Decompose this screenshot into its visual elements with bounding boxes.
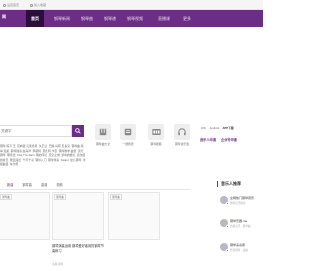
hot-link[interactable]: 千与千寻 <box>23 158 34 162</box>
avatar <box>220 219 229 228</box>
hot-link[interactable]: 钢琴独奏 赵海洋 <box>11 149 31 153</box>
hot-link[interactable]: 理查德 <box>7 153 15 157</box>
musician-desc: 钢琴音乐推荐 <box>230 202 246 205</box>
hot-link[interactable]: 钢琴伴奏 <box>48 158 59 162</box>
hot-link[interactable]: 梦中的婚礼 <box>61 153 75 157</box>
set-homepage-label: 设置首页 <box>7 3 20 7</box>
nav-item-live[interactable]: 直播课 <box>153 10 175 27</box>
verified-icon <box>226 249 229 252</box>
tab-scores[interactable]: 曲谱 <box>41 182 47 187</box>
hot-link[interactable]: Faded <box>61 158 69 162</box>
quick-link-video[interactable]: 钢琴视频 <box>145 124 167 152</box>
avatar <box>220 196 229 205</box>
hot-link[interactable]: 雨的印记 <box>36 153 47 157</box>
search-score-icon <box>120 124 136 140</box>
musician-name: 全网热门钢琴音乐 <box>230 196 255 200</box>
hot-link[interactable]: 致爱丽丝 <box>10 158 21 162</box>
app-download-panel: iOS Android APP下载 音乐人申请 企业号申请 <box>200 124 263 142</box>
search-button[interactable] <box>72 125 84 137</box>
aside-title: 音乐人推荐 <box>217 181 241 187</box>
set-homepage-link[interactable]: 设置首页 <box>3 3 19 7</box>
musician-name: 钢琴乐器.ma <box>230 219 248 223</box>
site-logo[interactable]: 网 <box>0 14 20 23</box>
hot-link[interactable]: 钢琴入门 <box>35 158 46 162</box>
nav-item-videos[interactable]: 钢琴视频 <box>121 10 149 27</box>
tab-songs[interactable]: 钢琴曲 <box>22 182 32 187</box>
nav-item-scores[interactable]: 钢琴谱 <box>99 10 121 27</box>
card-tag: 钢琴曲 <box>110 194 122 200</box>
nav-item-home[interactable]: 首页 <box>26 10 44 27</box>
nav-item-songs[interactable]: 钢琴曲 <box>76 10 98 27</box>
card-meta: 古典·钢琴 <box>52 263 64 266</box>
hot-link[interactable]: 宫崎骏 克莱德曼 <box>17 144 37 148</box>
quick-link-label: 一键找谱 <box>122 142 134 146</box>
musician-item[interactable]: 全网热门钢琴音乐 钢琴音乐推荐 <box>220 196 263 205</box>
search-box <box>0 125 72 137</box>
hot-link[interactable]: 莫扎特 卡农 <box>42 149 57 153</box>
bookmark-label: 加入收藏 <box>34 3 47 7</box>
quick-link-find-score[interactable]: 一键找谱 <box>117 124 139 152</box>
search-icon <box>75 128 81 134</box>
hot-link[interactable]: 李斯特 <box>33 149 41 153</box>
search-input[interactable] <box>0 126 71 136</box>
hot-link[interactable]: 天空之城 <box>49 153 60 157</box>
piano-score-icon <box>95 124 111 140</box>
musician-desc: 原创钢琴 · 改编 <box>230 249 248 252</box>
star-icon <box>30 3 33 7</box>
nav-item-more[interactable]: 更多 <box>178 10 196 27</box>
enterprise-apply-link[interactable]: 企业号申请 <box>221 137 237 142</box>
bookmark-link[interactable]: 加入收藏 <box>30 3 46 7</box>
ios-label: iOS <box>201 126 206 130</box>
android-badge[interactable]: Android <box>209 126 220 130</box>
card-tag: 钢琴曲 <box>54 194 66 200</box>
musician-item[interactable]: 钢琴乐器.ma 古典音乐 · 钢琴曲 <box>220 219 263 228</box>
quick-link-label: 钢琴曲大全 <box>96 142 110 146</box>
hot-link[interactable]: 久石让 <box>39 144 47 148</box>
musician-item[interactable]: 钢琴演奏者 原创钢琴 · 改编 <box>220 243 263 252</box>
main-nav: 网 首页 钢琴新闻 钢琴曲 钢琴谱 钢琴视频 直播课 更多 <box>0 10 263 27</box>
content-tabs: 新曲 钢琴曲 曲谱 视频 <box>0 180 190 190</box>
musician-name: 钢琴演奏者 <box>230 243 246 247</box>
hot-link[interactable]: 巴赫 肖邦 贝多芬 <box>49 144 70 148</box>
hot-link[interactable]: 钢琴 练习 王 <box>0 144 16 148</box>
hot-link[interactable]: Kiss The Rain <box>17 153 34 157</box>
app-download-link[interactable]: APP下载 <box>222 126 233 130</box>
nav-item-news[interactable]: 钢琴新闻 <box>49 10 75 27</box>
tab-videos[interactable]: 视频 <box>56 182 62 187</box>
avatar <box>220 243 229 252</box>
quick-link-concert[interactable]: 钢琴音乐会 <box>171 124 193 152</box>
verified-icon <box>226 202 229 205</box>
content-card[interactable]: 钢琴曲 <box>0 192 50 240</box>
ios-badge[interactable]: iOS <box>200 126 206 130</box>
video-icon <box>148 124 164 140</box>
hot-link[interactable]: 幼儿钢琴 <box>70 158 81 162</box>
android-label: Android <box>209 126 220 130</box>
home-icon <box>3 3 6 7</box>
quick-link-songs[interactable]: 钢琴曲大全 <box>92 124 114 152</box>
search-section: 钢琴 练习 王宫崎骏 克莱德曼久石让巴赫 肖邦 贝多芬钢琴曲 简单 温柔钢琴独奏… <box>0 118 263 170</box>
content-card[interactable]: 钢琴曲 <box>108 192 160 240</box>
top-utility-bar: 设置首页 加入收藏 <box>0 0 263 10</box>
content-card[interactable]: 钢琴曲 <box>52 192 104 240</box>
content-cards: 钢琴曲 钢琴曲 钢琴演奏运用 钢琴爱好者用的钢琴节奏练习 古典·钢琴 钢琴曲 <box>0 192 200 271</box>
card-tag: 钢琴曲 <box>0 194 12 200</box>
tab-new[interactable]: 新曲 <box>7 182 13 187</box>
musician-desc: 古典音乐 · 钢琴曲 <box>230 225 251 228</box>
quick-link-label: 钢琴视频 <box>150 142 162 146</box>
musician-apply-link[interactable]: 音乐人申请 <box>200 137 216 142</box>
hot-link[interactable]: 钢琴教学 曲谱 <box>59 149 77 153</box>
headphones-icon <box>174 124 190 140</box>
verified-icon <box>226 225 229 228</box>
quick-link-label: 钢琴音乐会 <box>175 142 189 146</box>
hot-search-links: 钢琴 练习 王宫崎骏 克莱德曼 久石让 巴赫 肖邦 贝多芬 钢琴曲 简单 温柔 钢琴独奏… <box>0 144 86 167</box>
hot-link[interactable]: 车尔尼 <box>10 162 18 166</box>
card-title[interactable]: 钢琴演奏运用 钢琴爱好者用的钢琴节奏练习 <box>52 244 104 254</box>
